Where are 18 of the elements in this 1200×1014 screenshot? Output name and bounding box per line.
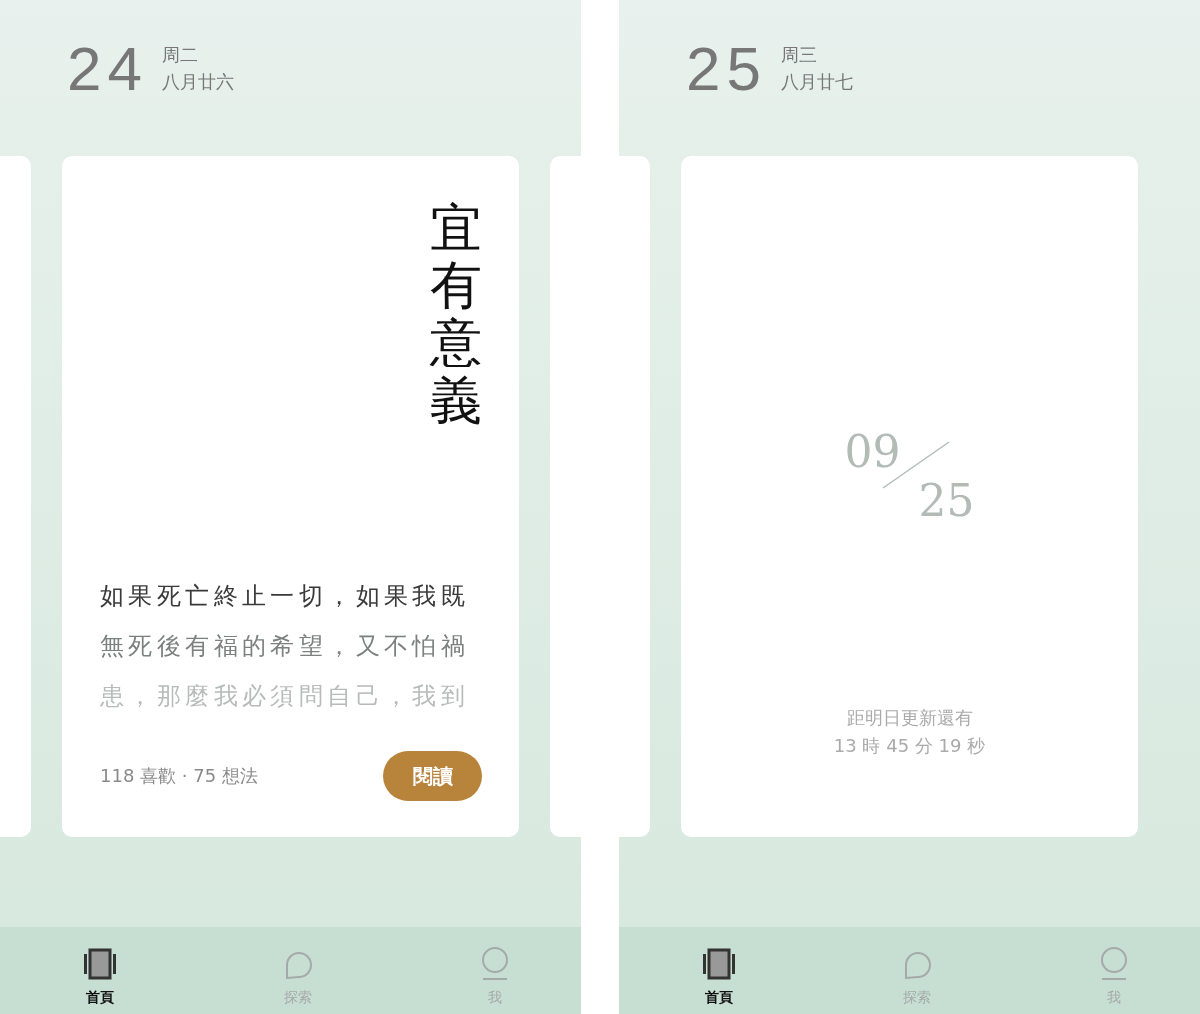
weekday-label: 周三: [780, 43, 818, 67]
quote-line: 如果死亡終止一切，如果我既: [100, 581, 471, 612]
quote-line: 患，那麼我必須問自己，我到: [100, 681, 471, 712]
date-number: 24: [67, 38, 148, 100]
countdown-time: 13 時 45 分 19 秒: [833, 734, 986, 758]
nav-tab[interactable]: 首頁: [697, 927, 741, 1014]
day-number: 25: [918, 475, 975, 526]
read-button[interactable]: 閱讀: [383, 751, 482, 801]
month-number: 09: [844, 426, 901, 477]
lunar-date: 八月廿六: [161, 70, 234, 94]
nav-tab[interactable]: 首頁: [78, 927, 122, 1014]
card-title: 宜有意義: [430, 200, 482, 429]
lunar-date: 八月廿七: [780, 70, 853, 94]
quote-line: 無死後有福的希望，又不怕禍: [100, 631, 471, 662]
stats-text: 118 喜歡 · 75 想法: [100, 764, 258, 788]
weekday-label: 周二: [161, 43, 199, 67]
countdown-caption: 距明日更新還有: [846, 706, 973, 730]
date-number: 25: [686, 38, 767, 100]
